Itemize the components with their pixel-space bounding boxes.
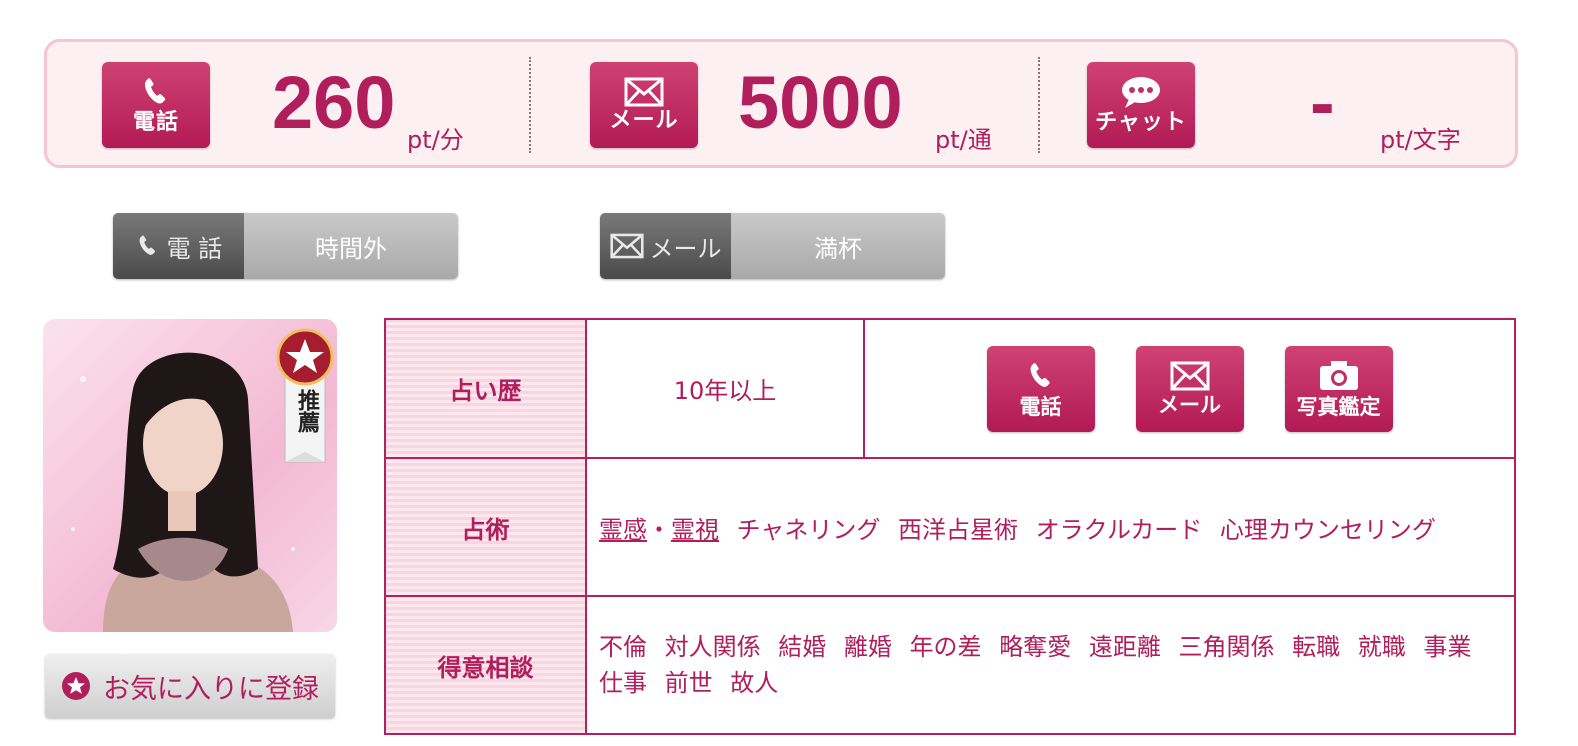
table-row: 得意相談 不倫 対人関係 結婚 離婚 年の差 略奪愛 遠距離 三角関係 転職 就… xyxy=(384,595,1516,735)
recommended-badge-label: 推薦 xyxy=(294,389,319,433)
specialty-item: 転職 xyxy=(1292,633,1341,661)
mail-price-icon: メール xyxy=(590,62,698,148)
phone-status-channel-label: 電 話 xyxy=(166,234,223,263)
mail-price-icon-label: メール xyxy=(609,108,679,133)
mail-icon xyxy=(624,77,664,107)
mail-method-label: メール xyxy=(1158,392,1221,417)
mail-price-unit: pt/通 xyxy=(935,126,992,154)
methods-cell: 電話 メール 写真鑑定 xyxy=(863,318,1516,459)
mail-icon xyxy=(1170,361,1209,390)
mail-price-value: 5000 xyxy=(738,61,903,144)
mail-status-channel: メール xyxy=(600,213,731,279)
add-favorite-button[interactable]: お気に入りに登録 xyxy=(45,654,335,718)
specialty-item: 年の差 xyxy=(909,633,982,661)
specialty-item: 遠距離 xyxy=(1088,633,1161,661)
table-row: 占い歴 10年以上 電話 メール 写真鑑定 xyxy=(384,318,1516,459)
specialty-item: 略奪愛 xyxy=(999,633,1072,661)
add-favorite-label: お気に入りに登録 xyxy=(103,673,319,705)
photo-reading-method-icon: 写真鑑定 xyxy=(1284,345,1393,432)
specialty-item: 不倫 xyxy=(599,633,647,661)
career-label: 占い歴 xyxy=(384,318,587,459)
specialty-label: 得意相談 xyxy=(384,595,587,735)
phone-icon xyxy=(144,78,166,104)
mail-method-icon: メール xyxy=(1135,345,1244,432)
mail-status-button[interactable]: メール 満杯 xyxy=(600,213,945,279)
art-item: 心理カウンセリング xyxy=(1219,515,1436,544)
mail-icon xyxy=(609,233,644,259)
arts-label: 占術 xyxy=(384,457,587,597)
chat-price-icon: チャット xyxy=(1087,62,1195,148)
specialty-item: 結婚 xyxy=(778,633,827,661)
art-link-reikan[interactable]: 霊感 xyxy=(599,516,647,544)
art-item: チャネリング xyxy=(736,515,881,544)
specialty-item: 対人関係 xyxy=(664,633,761,661)
career-value: 10年以上 xyxy=(585,318,865,459)
phone-method-label: 電話 xyxy=(1019,394,1062,419)
chat-price-unit: pt/文字 xyxy=(1380,126,1461,154)
chat-price-icon-label: チャット xyxy=(1095,110,1187,135)
specialty-item: 離婚 xyxy=(843,633,892,661)
specialty-item: 前世 xyxy=(664,669,713,697)
phone-price-icon: 電話 xyxy=(102,62,210,148)
phone-price-unit: pt/分 xyxy=(407,126,464,154)
price-divider xyxy=(529,57,531,153)
profile-photo: 推薦 xyxy=(43,319,337,632)
phone-status-state: 時間外 xyxy=(244,213,458,279)
specialty-value: 不倫 対人関係 結婚 離婚 年の差 略奪愛 遠距離 三角関係 転職 就職 事業 … xyxy=(585,595,1516,735)
art-item: 西洋占星術 xyxy=(898,515,1019,544)
art-link-reishi[interactable]: 霊視 xyxy=(671,516,719,544)
star-circle-icon xyxy=(62,672,90,700)
phone-icon xyxy=(139,235,155,255)
specialty-item: 三角関係 xyxy=(1178,633,1275,661)
phone-price-value: 260 xyxy=(272,61,396,144)
specialty-item: 仕事 xyxy=(599,669,647,697)
phone-method-icon: 電話 xyxy=(986,345,1095,432)
specialty-item: 事業 xyxy=(1423,633,1472,661)
mail-status-channel-label: メール xyxy=(649,234,722,263)
phone-icon xyxy=(1030,362,1050,387)
profile-info-table: 占い歴 10年以上 電話 メール 写真鑑定 占術 霊感・霊視 チャネリング 西洋… xyxy=(384,318,1516,735)
specialty-item: 就職 xyxy=(1357,633,1406,661)
specialty-item: 故人 xyxy=(730,669,779,697)
art-separator: ・ xyxy=(647,515,671,544)
chat-price-value: - xyxy=(1310,61,1335,144)
chat-icon xyxy=(1122,77,1160,108)
phone-status-button[interactable]: 電 話 時間外 xyxy=(113,213,458,279)
price-divider xyxy=(1038,57,1040,153)
photo-reading-method-label: 写真鑑定 xyxy=(1296,394,1381,419)
arts-value: 霊感・霊視 チャネリング 西洋占星術 オラクルカード 心理カウンセリング xyxy=(585,457,1516,597)
art-item: オラクルカード xyxy=(1035,515,1203,544)
phone-price-icon-label: 電話 xyxy=(132,110,179,135)
mail-status-state: 満杯 xyxy=(731,213,945,279)
camera-icon xyxy=(1319,360,1358,390)
phone-status-channel: 電 話 xyxy=(113,213,244,279)
table-row: 占術 霊感・霊視 チャネリング 西洋占星術 オラクルカード 心理カウンセリング xyxy=(384,457,1516,597)
